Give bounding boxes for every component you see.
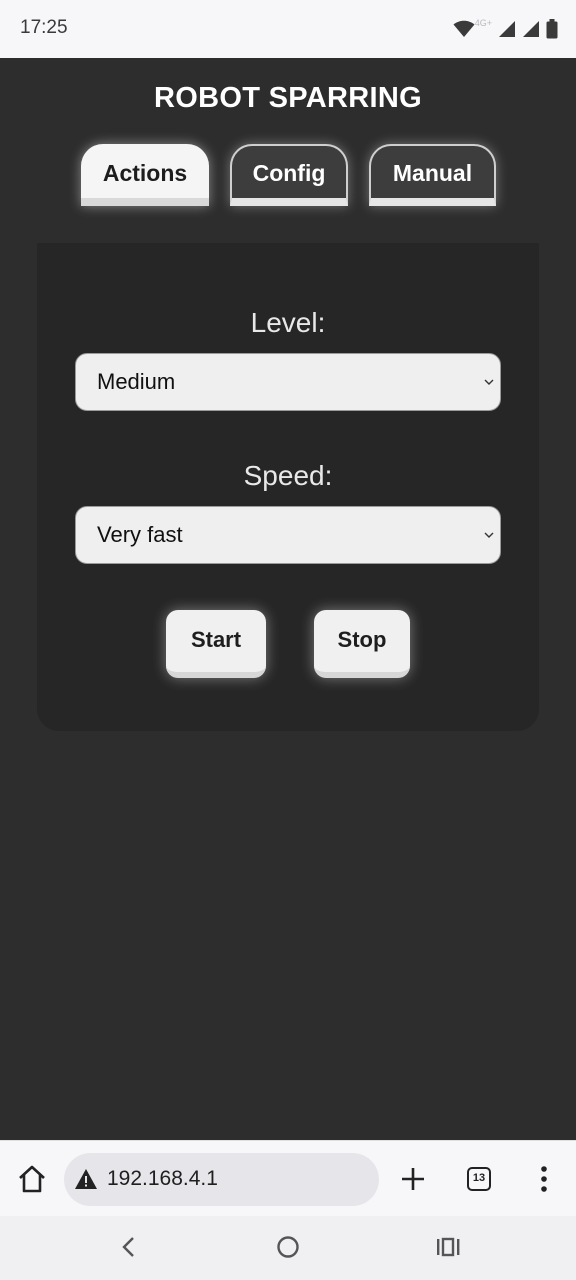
level-select-value: Medium (97, 369, 176, 394)
speed-label: Speed: (243, 460, 333, 491)
network-type-label: 4G+ (474, 18, 492, 28)
home-icon[interactable] (16, 1163, 48, 1195)
back-icon[interactable] (114, 1232, 144, 1262)
status-icons: 4G+ (453, 18, 558, 40)
recents-icon[interactable] (434, 1232, 464, 1262)
chevron-down-icon (484, 532, 494, 538)
page-title: ROBOT SPARRING (154, 82, 422, 114)
status-bar: 17:25 4G+ (0, 0, 576, 58)
app-page: ROBOT SPARRING Actions Config Manual Lev… (0, 58, 576, 1140)
tab-manual[interactable]: Manual (369, 144, 496, 206)
more-vert-icon[interactable] (534, 1164, 554, 1194)
signal-icon (523, 21, 539, 37)
tab-actions[interactable]: Actions (81, 144, 209, 206)
speed-select[interactable]: Very fast (75, 506, 501, 564)
signal-icon (499, 21, 515, 37)
tab-bar: Actions Config Manual (0, 144, 576, 214)
url-text: 192.168.4.1 (107, 1167, 218, 1190)
battery-icon (546, 19, 558, 39)
warning-icon[interactable] (74, 1168, 98, 1190)
actions-panel: Level: Medium Speed: Very fast Start Sto… (37, 243, 539, 731)
tab-config[interactable]: Config (230, 144, 348, 206)
address-bar[interactable]: 192.168.4.1 (64, 1153, 379, 1206)
start-button[interactable]: Start (166, 610, 266, 678)
wifi-icon (453, 20, 475, 37)
home-circle-icon[interactable] (273, 1232, 303, 1262)
system-nav-bar (0, 1216, 576, 1280)
speed-select-value: Very fast (97, 522, 183, 547)
status-time: 17:25 (20, 17, 68, 38)
level-label: Level: (250, 307, 326, 338)
chevron-down-icon (484, 379, 494, 385)
level-select[interactable]: Medium (75, 353, 501, 411)
stop-button[interactable]: Stop (314, 610, 410, 678)
browser-toolbar: 192.168.4.1 13 (0, 1140, 576, 1216)
plus-icon[interactable] (400, 1166, 426, 1192)
tab-switcher-button[interactable]: 13 (467, 1167, 491, 1191)
